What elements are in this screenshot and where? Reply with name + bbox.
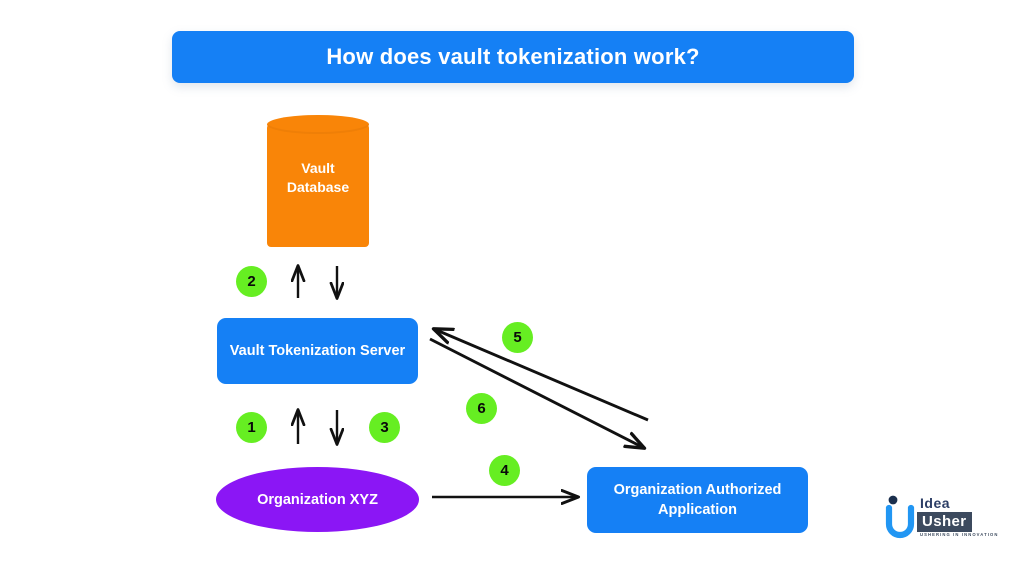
logo-word-usher: Usher (917, 512, 972, 532)
logo-tagline: USHERING IN INNOVATION (920, 532, 999, 537)
node-authorized-application: Organization Authorized Application (587, 467, 808, 533)
step-badge-3: 3 (369, 412, 400, 443)
title-banner: How does vault tokenization work? (172, 31, 854, 83)
step-badge-6: 6 (466, 393, 497, 424)
vault-server-label: Vault Tokenization Server (229, 343, 406, 359)
node-organization-xyz: Organization XYZ (216, 467, 419, 532)
vault-database-label: Vault Database (267, 159, 369, 197)
step-badge-2: 2 (236, 266, 267, 297)
node-vault-tokenization-server: Vault Tokenization Server (217, 318, 418, 384)
authorized-app-label: Organization Authorized Application (613, 482, 782, 518)
step-badge-5: 5 (502, 322, 533, 353)
step-badge-4: 4 (489, 455, 520, 486)
node-vault-database: Vault Database (267, 115, 369, 247)
vault-database-label-line1: Vault (301, 160, 335, 176)
cylinder-top-ellipse (267, 115, 369, 134)
idea-usher-logo: Idea Usher USHERING IN INNOVATION (884, 492, 1004, 544)
organization-label: Organization XYZ (257, 491, 378, 508)
diagram-canvas (0, 0, 649, 576)
logo-u-mark-icon (885, 495, 915, 539)
arrow-step-6 (429, 337, 644, 448)
vault-database-label-line2: Database (286, 179, 350, 195)
step-badge-1: 1 (236, 412, 267, 443)
logo-word-idea: Idea (920, 495, 951, 511)
page-title: How does vault tokenization work? (326, 44, 700, 69)
